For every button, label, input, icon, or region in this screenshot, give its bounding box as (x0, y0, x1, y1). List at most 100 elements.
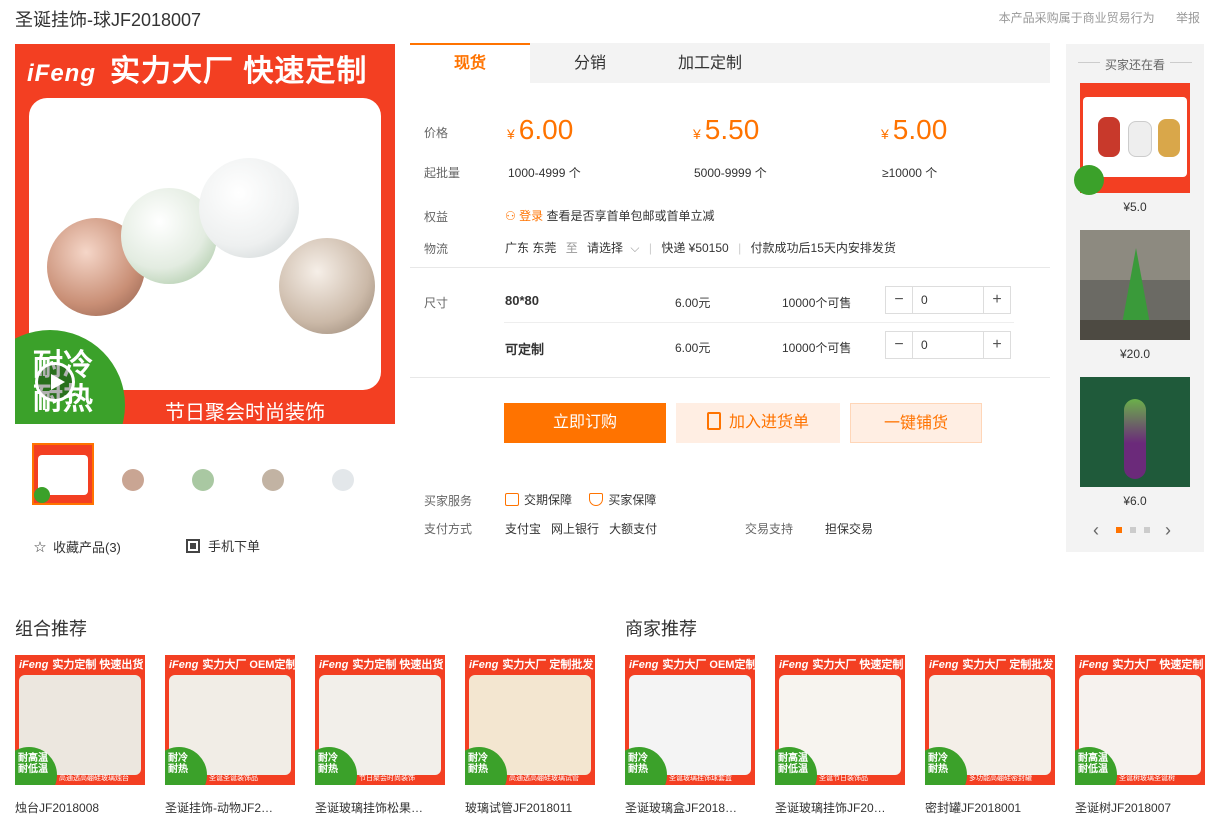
benefits-label: 权益 (424, 210, 449, 224)
card-tag: iFeng 实力大厂 定制批发 (929, 659, 1054, 671)
card-badge: 耐冷 耐热 (468, 753, 488, 775)
price-tier-2: ¥5.50 (693, 114, 760, 145)
recommend-card-name[interactable]: 烛台JF2018008 (15, 799, 145, 816)
card-tag: iFeng 实力大厂 定制批发 (469, 659, 594, 671)
main-product-image[interactable]: iFeng 实力大厂 快速定制 耐冷 耐热 节日聚会时尚装饰 (15, 44, 395, 424)
recommend-card-name[interactable]: 圣诞挂饰-动物JF2… (165, 799, 295, 816)
tab-custom[interactable]: 加工定制 (650, 43, 770, 83)
recommend-card-name[interactable]: 圣诞玻璃挂饰JF20… (775, 799, 905, 816)
sidebar-title: 买家还在看 (1104, 58, 1165, 72)
card-badge: 耐高温 耐低温 (1078, 753, 1108, 775)
card-tag: iFeng 实力大厂 OEM定制 (629, 659, 755, 671)
thumbnail-2[interactable] (102, 443, 164, 505)
play-video-icon[interactable] (35, 362, 75, 402)
card-badge: 耐冷 耐热 (628, 753, 648, 775)
add-to-cart-button[interactable]: 加入进货单 (676, 403, 840, 443)
delivery-guarantee-link[interactable]: 交期保障 (524, 493, 572, 507)
recommend-card[interactable]: iFeng 实力大厂 定制批发 耐冷 耐热 多功能高硼硅密封罐 (925, 655, 1055, 785)
recommend-card[interactable]: iFeng 实力大厂 定制批发耐冷 耐热高通透高硼硅玻璃试管 (465, 655, 595, 785)
quantity-input[interactable]: 0 (912, 332, 984, 358)
purchase-tabs: 现货 分销 加工定制 (410, 43, 1050, 83)
sidebar-price-1: ¥5.0 (1123, 200, 1147, 214)
recommend-card-name[interactable]: 圣诞玻璃盒JF2018… (625, 799, 755, 816)
page-dot[interactable] (1144, 527, 1150, 533)
recommend-card[interactable]: iFeng 实力定制 快速出货 耐冷 耐热 节日聚会时尚装饰 (315, 655, 445, 785)
card-footer: 高通透高硼硅玻璃试管 (509, 775, 579, 782)
thumbnail-3[interactable] (172, 443, 234, 505)
price-tier-1: ¥6.00 (507, 114, 574, 145)
moq-label: 起批量 (424, 166, 461, 180)
sidebar-next-button[interactable]: › (1165, 520, 1171, 541)
sidebar-pagination (1112, 522, 1154, 536)
recommend-card-name[interactable]: 圣诞玻璃挂饰松果… (315, 799, 445, 816)
minus-button[interactable]: − (886, 287, 912, 313)
plus-button[interactable]: + (984, 332, 1010, 358)
login-link[interactable]: 登录 (519, 209, 543, 223)
card-footer: 圣诞树玻璃圣诞树 (1119, 775, 1175, 782)
main-image-banner: iFeng 实力大厂 快速定制 (27, 55, 368, 88)
recommend-card[interactable]: iFeng 实力大厂 快速定制 耐高温 耐低温 圣诞树玻璃圣诞树 (1075, 655, 1205, 785)
tab-spot[interactable]: 现货 (410, 43, 530, 83)
moq-tier-3: ≥10000 个 (882, 166, 938, 180)
sidebar-item-2[interactable] (1080, 230, 1190, 340)
sidebar-item-1[interactable] (1074, 83, 1190, 195)
top-links: 本产品采购属于商业贸易行为 举报 (981, 9, 1200, 26)
buy-now-button[interactable]: 立即订购 (504, 403, 666, 443)
recommend-card[interactable]: iFeng 实力大厂 OEM定制 耐冷 耐热 圣诞玻璃挂饰球套盒 (625, 655, 755, 785)
buyer-service-items: 交期保障 买家保障 (505, 491, 656, 508)
recommend-card-name[interactable]: 玻璃试管JF2018011 (465, 799, 595, 816)
logistics-row: 广东 东莞 至 请选择 ⌵ | 快递 ¥50150 | 付款成功后15天内安排发… (505, 241, 896, 255)
recommend-card[interactable]: iFeng 实力定制 快速出货 耐高温 耐低温 高通透高硼硅玻璃烛台 (15, 655, 145, 785)
distribute-button[interactable]: 一键铺货 (850, 403, 982, 443)
size-label: 尺寸 (424, 296, 449, 310)
trade-support-value: 担保交易 (825, 522, 874, 536)
quantity-stepper-1: − 0 + (885, 286, 1011, 314)
tab-distribution[interactable]: 分销 (530, 43, 650, 83)
logistics-label: 物流 (424, 242, 449, 256)
card-badge: 耐冷 耐热 (168, 753, 188, 775)
page-dot[interactable] (1130, 527, 1136, 533)
sku-price-2: 6.00元 (675, 341, 711, 355)
card-footer: 高通透高硼硅玻璃烛台 (59, 775, 129, 782)
card-footer: 节日聚会时尚装饰 (359, 775, 415, 782)
recommend-card[interactable]: iFeng 实力大厂 快速定制耐高温 耐低温圣诞节日装饰品 (775, 655, 905, 785)
moq-tier-1: 1000-4999 个 (508, 166, 581, 180)
plus-button[interactable]: + (984, 287, 1010, 313)
report-link[interactable]: 举报 (1176, 11, 1200, 25)
favorite-button[interactable]: ☆ 收藏产品(3) (33, 537, 121, 556)
page-dot[interactable] (1116, 527, 1122, 533)
thumbnail-5[interactable] (312, 443, 374, 505)
trade-notice-link[interactable]: 本产品采购属于商业贸易行为 (999, 11, 1155, 25)
recommend-card[interactable]: iFeng 实力大厂 OEM定制耐冷 耐热圣诞圣诞装饰品 (165, 655, 295, 785)
card-footer: 圣诞圣诞装饰品 (209, 775, 258, 782)
thumbnail-4[interactable] (242, 443, 304, 505)
merchant-section-title: 商家推荐 (625, 619, 697, 639)
buyer-service-label: 买家服务 (424, 494, 473, 508)
card-badge: 耐冷 耐热 (318, 753, 338, 775)
card-tag: iFeng 实力定制 快速出货 (19, 659, 144, 671)
quantity-input[interactable]: 0 (912, 287, 984, 313)
recommend-card-name[interactable]: 圣诞树JF2018007 (1075, 799, 1205, 816)
coupon-icon: ⚇ (505, 209, 516, 223)
card-footer: 圣诞节日装饰品 (819, 775, 868, 782)
main-image-caption: 节日聚会时尚装饰 (165, 402, 325, 424)
minus-button[interactable]: − (886, 332, 912, 358)
sku-name-1: 80*80 (505, 293, 539, 308)
page-title: 圣诞挂饰-球JF2018007 (15, 10, 202, 30)
sidebar-item-3[interactable] (1080, 377, 1190, 487)
card-tag: iFeng 实力大厂 OEM定制 (169, 659, 295, 671)
card-badge: 耐高温 耐低温 (778, 753, 808, 775)
recommend-card-name[interactable]: 密封罐JF2018001 (925, 799, 1055, 816)
sku-price-1: 6.00元 (675, 296, 711, 310)
sidebar-prev-button[interactable]: ‹ (1093, 520, 1099, 541)
trade-support-label: 交易支持 (745, 522, 794, 536)
thumbnail-1[interactable] (32, 443, 94, 505)
destination-select[interactable]: 请选择 ⌵ (587, 241, 639, 255)
card-tag: iFeng 实力大厂 快速定制 (779, 659, 904, 671)
buyer-guarantee-link[interactable]: 买家保障 (608, 493, 656, 507)
card-footer: 多功能高硼硅密封罐 (969, 775, 1032, 782)
mobile-order-button[interactable]: 手机下单 (186, 536, 260, 555)
shield-icon (589, 493, 604, 506)
quantity-stepper-2: − 0 + (885, 331, 1011, 359)
star-icon: ☆ (33, 539, 47, 556)
